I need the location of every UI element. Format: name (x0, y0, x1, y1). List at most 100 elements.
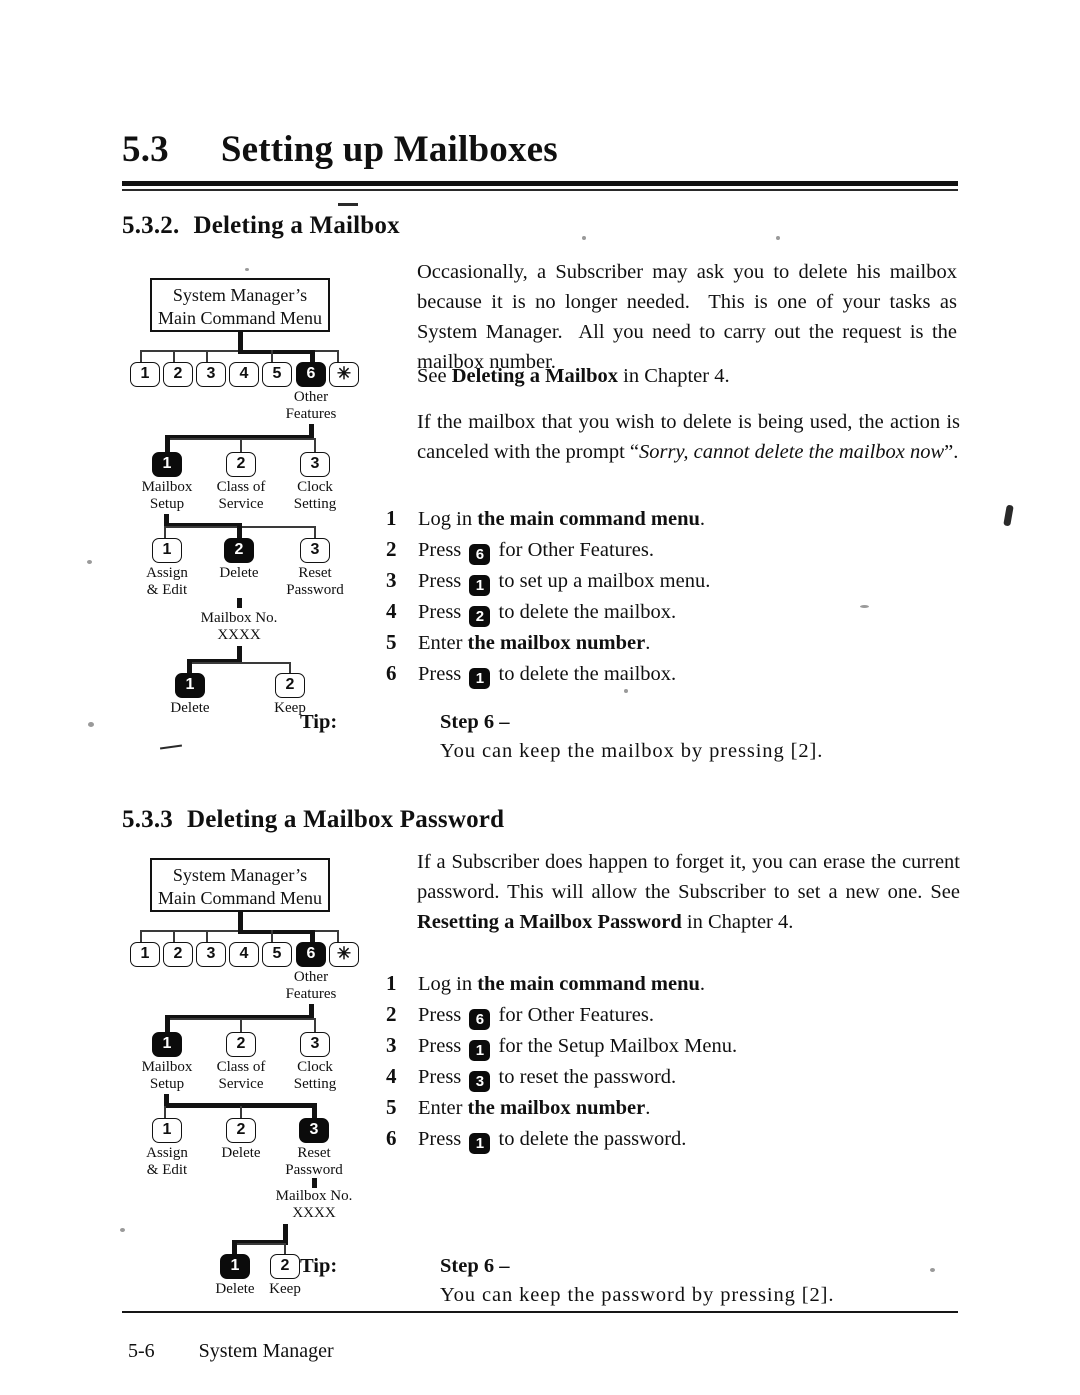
section-title: Deleting a Mailbox Password (187, 806, 505, 833)
label-line1: Class of (216, 1059, 266, 1075)
level2-label-mailbox-setup: Mailbox Setup (127, 1059, 207, 1093)
key-2-delete[interactable]: 2 (226, 1118, 256, 1143)
root-menu-box: System Manager’s Main Command Menu (150, 858, 330, 912)
key-4[interactable]: 4 (229, 942, 259, 967)
section-heading-532: 5.3.2. Deleting a Mailbox (122, 212, 400, 240)
title-rule-thin (122, 189, 958, 191)
section-number: 5.3.2. (122, 212, 180, 239)
inline-key-icon: 1 (469, 1133, 491, 1154)
tip-step-heading: Step 6 – (440, 1255, 510, 1277)
key-6-caption-line2: Features (285, 986, 337, 1002)
connector-mailboxno-stem (312, 1178, 317, 1188)
key-2-class-of-service[interactable]: 2 (226, 1032, 256, 1057)
step-post: . (645, 632, 651, 654)
connector-mailboxno-stem (237, 598, 242, 608)
step-post: to reset the password. (493, 1066, 677, 1088)
step-pre: Log in (418, 973, 478, 995)
connector-l4-bus (187, 662, 290, 664)
step-post: . (699, 973, 706, 995)
step-text: Press 2 to delete the mailbox. (418, 601, 676, 627)
key-2[interactable]: 2 (163, 362, 193, 387)
key-1-delete-confirm[interactable]: 1 (220, 1254, 250, 1279)
see-prefix: See (417, 365, 452, 387)
section-532-see-reference: See Deleting a Mailbox in Chapter 4. (417, 361, 957, 391)
inline-key-icon: 1 (469, 668, 491, 689)
tip-label: Tip: (300, 1255, 338, 1277)
step-text: Press 1 for the Setup Mailbox Menu. (418, 1035, 737, 1061)
scan-speck (776, 236, 780, 240)
key-1-mailbox-setup[interactable]: 1 (152, 452, 182, 477)
key-1-delete-confirm[interactable]: 1 (175, 673, 205, 698)
page-title: 5.3 Setting up Mailboxes (122, 128, 962, 171)
key-asterisk[interactable]: ✳ (329, 362, 359, 387)
key-3-clock-setting[interactable]: 3 (300, 1032, 330, 1057)
mailbox-number-line1: Mailbox No. (200, 610, 278, 626)
step-number: 2 (386, 537, 397, 561)
para-post: in Chapter 4. (681, 911, 794, 933)
scan-speck (930, 1268, 935, 1272)
key-6-other-features[interactable]: 6 (296, 362, 326, 387)
key-6-other-features[interactable]: 6 (296, 942, 326, 967)
footer-label: System Manager (198, 1340, 334, 1362)
step-post: to delete the mailbox. (493, 663, 677, 685)
key-5[interactable]: 5 (262, 362, 292, 387)
step-post: to delete the password. (493, 1128, 687, 1150)
key-1-assign-edit[interactable]: 1 (152, 1118, 182, 1143)
label-line2: Service (218, 1076, 264, 1092)
scan-speck (120, 1228, 125, 1232)
label-line2: Setup (149, 1076, 185, 1092)
key-3-reset-password[interactable]: 3 (300, 538, 330, 563)
step-item: 2 Press 6 for Other Features. (386, 537, 710, 568)
key-2-keep[interactable]: 2 (275, 673, 305, 698)
step-bold: the mailbox number (467, 1097, 646, 1119)
key-1-mailbox-setup[interactable]: 1 (152, 1032, 182, 1057)
key-3[interactable]: 3 (196, 362, 226, 387)
key-1[interactable]: 1 (130, 942, 160, 967)
key-3[interactable]: 3 (196, 942, 226, 967)
connector-root-stem (238, 912, 243, 932)
step-item: 1 Log in the main command menu. (386, 506, 710, 537)
step-number: 4 (386, 1064, 397, 1088)
key-5[interactable]: 5 (262, 942, 292, 967)
level3-label-reset-password: Reset Password (275, 565, 355, 599)
connector-keyrow-bus-active (238, 930, 314, 934)
level3-label-assign-edit: Assign & Edit (127, 1145, 207, 1179)
key-6-caption: Other Features (271, 389, 351, 423)
level4-label-keep: Keep (245, 1281, 325, 1298)
key-asterisk[interactable]: ✳ (329, 942, 359, 967)
key-1-assign-edit[interactable]: 1 (152, 538, 182, 563)
key-2-delete[interactable]: 2 (224, 538, 254, 563)
key-2[interactable]: 2 (163, 942, 193, 967)
section-heading-533: 5.3.3 Deleting a Mailbox Password (122, 806, 504, 834)
label-line1: Mailbox (141, 1059, 193, 1075)
root-menu-box: System Manager’s Main Command Menu (150, 278, 330, 332)
key-3-reset-password[interactable]: 3 (299, 1118, 329, 1143)
level3-label-delete: Delete (199, 565, 279, 582)
key-4[interactable]: 4 (229, 362, 259, 387)
step-bold: the mailbox number (467, 632, 646, 654)
key-3-clock-setting[interactable]: 3 (300, 452, 330, 477)
see-suffix: in Chapter 4. (618, 365, 730, 387)
label-line1: Mailbox (141, 479, 193, 495)
step-number: 4 (386, 599, 397, 623)
key-2-class-of-service[interactable]: 2 (226, 452, 256, 477)
step-pre: Press (418, 1066, 467, 1088)
label-line2: Setup (149, 496, 185, 512)
step-pre: Log in (418, 508, 478, 530)
connector-l2-drop-active (165, 1015, 170, 1033)
page-footer: 5-6 System Manager (128, 1340, 334, 1363)
key-2-keep[interactable]: 2 (270, 1254, 300, 1279)
footer-rule (122, 1311, 958, 1313)
footer-page-number: 5-6 (128, 1340, 155, 1362)
step-text: Press 6 for Other Features. (418, 1004, 654, 1030)
step-number: 1 (386, 506, 397, 530)
step-item: 3 Press 1 for the Setup Mailbox Menu. (386, 1033, 737, 1064)
chapter-number: 5.3 (122, 129, 169, 170)
step-post: to set up a mailbox menu. (493, 570, 711, 592)
scan-speck (245, 268, 249, 271)
see-bold-title: Deleting a Mailbox (451, 365, 618, 387)
section-title: Deleting a Mailbox (193, 212, 400, 239)
step-item: 5 Enter the mailbox number. (386, 1095, 737, 1126)
key-6-caption: Other Features (271, 969, 351, 1003)
key-1[interactable]: 1 (130, 362, 160, 387)
